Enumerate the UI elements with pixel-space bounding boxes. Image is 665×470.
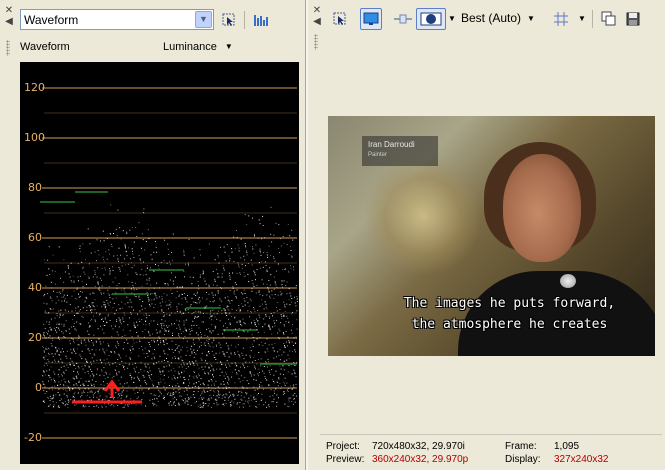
y-axis-tick-label: 20 <box>28 331 42 344</box>
overlay-button[interactable] <box>416 8 446 30</box>
waveform-graticule <box>40 87 298 439</box>
monitor-icon <box>363 12 379 25</box>
mode-dropdown[interactable]: Luminance ▼ <box>163 41 233 53</box>
toolbar-separator <box>244 11 245 29</box>
dropdown-arrow-icon: ▼ <box>224 42 233 51</box>
y-axis-tick-label: 120 <box>24 81 45 94</box>
copy-snapshot-icon <box>601 11 616 26</box>
waveform-trace <box>42 204 298 408</box>
toolbar-separator <box>592 10 593 28</box>
display-label: Display: <box>505 454 541 465</box>
save-snapshot-button[interactable] <box>623 9 643 29</box>
annotation-arrow-icon <box>72 379 142 404</box>
scope-title: Waveform <box>20 41 70 53</box>
scope-header: Waveform Luminance ▼ <box>16 40 300 56</box>
collapse-arrow-icon[interactable]: ◀ <box>312 17 322 27</box>
collapse-arrow-icon[interactable]: ◀ <box>4 17 14 27</box>
split-screen-button[interactable] <box>393 9 413 29</box>
scope-type-select[interactable]: Waveform ▼ <box>20 9 214 30</box>
waveform-scope: 120 100 80 60 40 20 0 -20 <box>20 62 299 464</box>
dropdown-arrow-icon[interactable]: ▼ <box>448 14 456 23</box>
status-divider <box>320 434 662 435</box>
scope-type-value: Waveform <box>24 13 79 27</box>
split-screen-icon <box>394 14 412 24</box>
copy-snapshot-button[interactable] <box>599 9 619 29</box>
dropdown-arrow-icon: ▼ <box>527 14 535 23</box>
pointer-button[interactable] <box>330 9 350 29</box>
external-monitor-button[interactable] <box>360 8 382 30</box>
mode-dropdown-value: Luminance <box>163 41 217 53</box>
overlay-icon <box>420 12 442 26</box>
frame-label: Frame: <box>505 441 537 452</box>
grid-button[interactable] <box>551 9 571 29</box>
project-value: 720x480x32, 29.970i <box>372 441 465 452</box>
preview-label: Preview: <box>326 454 365 465</box>
person-face <box>503 154 581 262</box>
drag-grip[interactable] <box>314 34 318 50</box>
y-axis-tick-label: 80 <box>28 181 42 194</box>
close-icon[interactable]: ✕ <box>312 6 322 16</box>
brooch <box>560 274 576 288</box>
pointer-icon <box>222 13 235 26</box>
preview-quality-value: Best (Auto) <box>461 11 522 25</box>
grid-icon <box>554 12 568 26</box>
close-icon[interactable]: ✕ <box>4 6 14 16</box>
video-scopes-panel: ✕ ◀ Waveform ▼ Waveform Luminance ▼ 120 10… <box>0 0 306 470</box>
pointer-button[interactable] <box>219 10 239 30</box>
lower-third-name: Iran Darroudi <box>368 140 415 149</box>
frame-value: 1,095 <box>554 441 580 452</box>
subtitle-line-1: The images he puts forward, <box>403 296 616 311</box>
dropdown-arrow-icon[interactable]: ▼ <box>195 11 212 28</box>
histogram-button[interactable] <box>251 10 271 30</box>
y-axis-tick-label: 40 <box>28 281 42 294</box>
save-snapshot-icon <box>626 12 640 26</box>
y-axis-tick-label: 100 <box>24 131 45 144</box>
display-value: 327x240x32 <box>554 454 609 465</box>
video-preview-panel: ✕ ◀ ▼ Best (Auto) ▼ ▼ Iran Darroudi Pain… <box>308 0 665 470</box>
preview-quality-dropdown[interactable]: Best (Auto) ▼ <box>461 11 535 25</box>
video-preview-frame[interactable]: Iran Darroudi Painter The images he puts… <box>328 116 655 356</box>
pointer-icon <box>333 12 346 25</box>
dropdown-arrow-icon[interactable]: ▼ <box>578 14 586 23</box>
y-axis-tick-label: 60 <box>28 231 42 244</box>
y-axis-tick-label: -20 <box>24 431 42 444</box>
preview-value: 360x240x32, 29.970p <box>372 454 469 465</box>
subtitle-line-2: the atmosphere he creates <box>411 317 608 332</box>
lower-third-role: Painter <box>368 152 388 158</box>
y-axis-tick-label: 0 <box>35 381 42 394</box>
project-label: Project: <box>326 441 360 452</box>
painting-background <box>363 156 483 276</box>
drag-grip[interactable] <box>6 40 10 56</box>
histogram-icon <box>254 15 268 26</box>
